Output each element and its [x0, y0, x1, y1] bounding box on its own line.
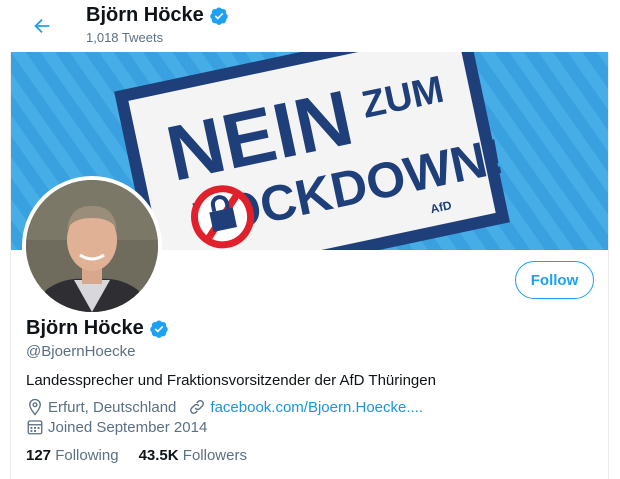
followers-stat[interactable]: 43.5K Followers	[139, 447, 247, 464]
location: Erfurt, Deutschland	[26, 398, 176, 416]
profile-bio: Landessprecher und Fraktionsvorsitzender…	[26, 372, 436, 389]
profile-joined: Joined September 2014	[26, 418, 219, 436]
header-name: Björn Höcke	[86, 4, 204, 26]
avatar-image	[26, 180, 158, 312]
following-count: 127	[26, 447, 52, 464]
profile-handle: @BjoernHoecke	[26, 343, 136, 360]
followers-count: 43.5K	[138, 447, 179, 464]
website-link[interactable]: facebook.com/Bjoern.Hoecke....	[210, 399, 423, 416]
location-text: Erfurt, Deutschland	[48, 398, 177, 416]
back-arrow-icon	[34, 18, 50, 34]
back-button[interactable]	[26, 10, 58, 42]
website: facebook.com/Bjoern.Hoecke....	[188, 398, 423, 416]
calendar-icon	[27, 420, 43, 435]
follow-button[interactable]: Follow	[515, 261, 594, 299]
link-icon	[190, 400, 205, 414]
tweet-count: 1,018 Tweets	[86, 30, 164, 45]
following-label: Following	[55, 447, 119, 464]
profile-meta: Erfurt, Deutschland facebook.com/Bjoern.…	[26, 398, 435, 416]
joined: Joined September 2014	[26, 418, 207, 436]
profile-name: Björn Höcke	[26, 317, 144, 339]
following-stat[interactable]: 127 Following	[26, 447, 119, 464]
verified-badge-icon	[150, 320, 168, 338]
joined-text: Joined September 2014	[48, 418, 208, 436]
profile-name-row: Björn Höcke	[26, 317, 169, 340]
followers-label: Followers	[182, 447, 247, 464]
location-pin-icon	[29, 398, 41, 416]
avatar[interactable]	[22, 176, 162, 316]
header-title: Björn Höcke	[86, 4, 229, 27]
top-bar: Björn Höcke 1,018 Tweets	[0, 0, 620, 52]
profile-stats: 127 Following 43.5K Followers	[26, 447, 247, 464]
verified-badge-icon	[210, 7, 228, 25]
